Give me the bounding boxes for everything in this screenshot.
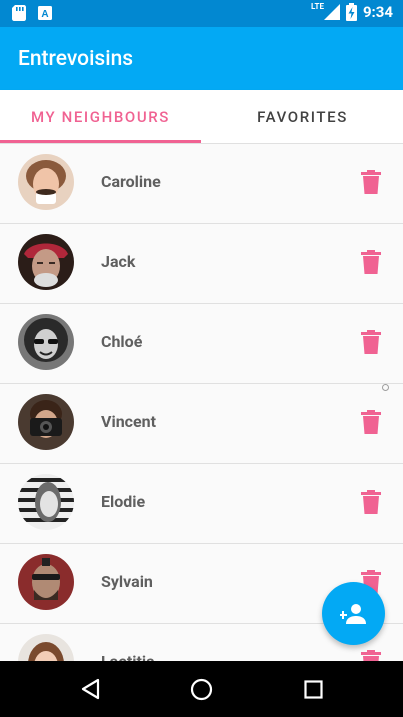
home-icon[interactable] [190, 678, 213, 701]
tab-favorites[interactable]: FAVORITES [202, 90, 403, 143]
clock: 9:34 [362, 3, 393, 21]
system-nav-bar [0, 661, 403, 717]
list-item[interactable]: Vincent [0, 384, 403, 464]
tab-indicator [0, 140, 201, 143]
add-neighbour-button[interactable] [322, 582, 385, 645]
avatar [18, 154, 74, 210]
scroll-indicator [382, 384, 389, 391]
delete-icon[interactable] [361, 170, 381, 194]
neighbour-name: Sylvain [101, 572, 153, 591]
neighbour-name: Vincent [101, 412, 157, 431]
neighbour-name: Chloé [101, 332, 143, 351]
list-item[interactable]: Elodie [0, 464, 403, 544]
neighbour-name: Caroline [101, 172, 161, 191]
status-bar: A LTE 9:34 [0, 0, 403, 27]
back-icon[interactable] [80, 678, 100, 700]
notification-app-icon: A [38, 6, 52, 20]
battery-charging-icon [345, 3, 357, 21]
person-add-icon [339, 603, 366, 624]
avatar [18, 234, 74, 290]
list-item[interactable]: Caroline [0, 144, 403, 224]
avatar [18, 474, 74, 530]
network-type-label: LTE [311, 1, 324, 11]
neighbour-name: Jack [101, 252, 136, 271]
delete-icon[interactable] [361, 410, 381, 434]
tab-bar: MY NEIGHBOURS FAVORITES [0, 90, 403, 144]
list-item[interactable]: Jack [0, 224, 403, 304]
app-bar: Entrevoisins [0, 27, 403, 90]
delete-icon[interactable] [361, 490, 381, 514]
list-item[interactable]: Chloé [0, 304, 403, 384]
recents-icon[interactable] [304, 680, 323, 699]
neighbour-name: Elodie [101, 492, 146, 511]
app-title: Entrevoisins [18, 47, 134, 71]
signal-icon [323, 4, 340, 20]
avatar [18, 394, 74, 450]
sd-card-icon [12, 5, 26, 21]
avatar [18, 314, 74, 370]
avatar [18, 554, 74, 610]
delete-icon[interactable] [361, 330, 381, 354]
delete-icon[interactable] [361, 250, 381, 274]
tab-my-neighbours[interactable]: MY NEIGHBOURS [0, 90, 201, 143]
svg-text:A: A [41, 9, 48, 20]
